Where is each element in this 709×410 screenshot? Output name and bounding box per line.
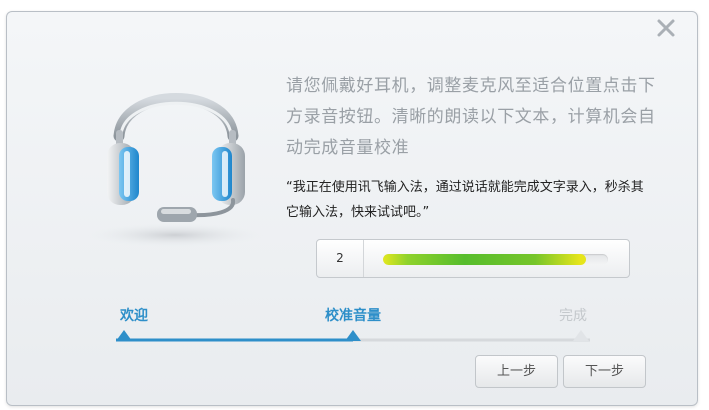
next-step-button[interactable]: 下一步 <box>563 355 646 388</box>
step-marker-calibrate <box>345 330 361 341</box>
step-marker-welcome <box>116 330 132 341</box>
step-progress-bar <box>116 330 590 342</box>
step-marker-finish <box>573 330 589 341</box>
previous-step-button[interactable]: 上一步 <box>475 355 558 388</box>
